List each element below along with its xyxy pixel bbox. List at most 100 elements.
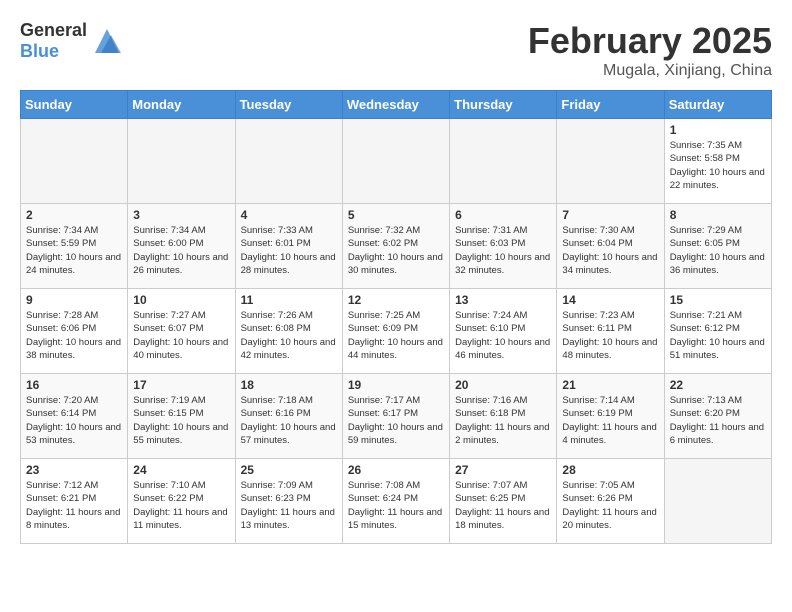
day-info: Sunrise: 7:10 AM Sunset: 6:22 PM Dayligh… xyxy=(133,479,229,532)
day-info: Sunrise: 7:19 AM Sunset: 6:15 PM Dayligh… xyxy=(133,394,229,447)
logo-icon xyxy=(91,25,123,57)
day-number: 22 xyxy=(670,378,766,392)
day-number: 21 xyxy=(562,378,658,392)
calendar-cell: 27 Sunrise: 7:07 AM Sunset: 6:25 PM Dayli… xyxy=(450,459,557,544)
day-number: 26 xyxy=(348,463,444,477)
calendar-cell: 21 Sunrise: 7:14 AM Sunset: 6:19 PM Dayli… xyxy=(557,374,664,459)
day-number: 4 xyxy=(241,208,337,222)
day-number: 28 xyxy=(562,463,658,477)
day-info: Sunrise: 7:18 AM Sunset: 6:16 PM Dayligh… xyxy=(241,394,337,447)
calendar-cell: 12 Sunrise: 7:25 AM Sunset: 6:09 PM Dayli… xyxy=(342,289,449,374)
day-info: Sunrise: 7:20 AM Sunset: 6:14 PM Dayligh… xyxy=(26,394,122,447)
calendar-cell: 22 Sunrise: 7:13 AM Sunset: 6:20 PM Dayli… xyxy=(664,374,771,459)
logo-general: General xyxy=(20,20,87,40)
day-number: 20 xyxy=(455,378,551,392)
day-number: 13 xyxy=(455,293,551,307)
calendar-cell: 3 Sunrise: 7:34 AM Sunset: 6:00 PM Daylig… xyxy=(128,204,235,289)
calendar-cell: 4 Sunrise: 7:33 AM Sunset: 6:01 PM Daylig… xyxy=(235,204,342,289)
calendar-cell: 2 Sunrise: 7:34 AM Sunset: 5:59 PM Daylig… xyxy=(21,204,128,289)
weekday-header-row: SundayMondayTuesdayWednesdayThursdayFrid… xyxy=(21,91,772,119)
calendar-cell: 18 Sunrise: 7:18 AM Sunset: 6:16 PM Dayli… xyxy=(235,374,342,459)
day-number: 1 xyxy=(670,123,766,137)
calendar-cell: 19 Sunrise: 7:17 AM Sunset: 6:17 PM Dayli… xyxy=(342,374,449,459)
weekday-header-tuesday: Tuesday xyxy=(235,91,342,119)
day-info: Sunrise: 7:08 AM Sunset: 6:24 PM Dayligh… xyxy=(348,479,444,532)
week-row-4: 16 Sunrise: 7:20 AM Sunset: 6:14 PM Dayli… xyxy=(21,374,772,459)
day-info: Sunrise: 7:31 AM Sunset: 6:03 PM Dayligh… xyxy=(455,224,551,277)
day-number: 9 xyxy=(26,293,122,307)
day-info: Sunrise: 7:30 AM Sunset: 6:04 PM Dayligh… xyxy=(562,224,658,277)
day-number: 2 xyxy=(26,208,122,222)
day-info: Sunrise: 7:21 AM Sunset: 6:12 PM Dayligh… xyxy=(670,309,766,362)
calendar-cell: 13Sunrise: 7:24 AM Sunset: 6:10 PM Dayli… xyxy=(450,289,557,374)
logo-text: General Blue xyxy=(20,20,87,62)
day-number: 16 xyxy=(26,378,122,392)
weekday-header-wednesday: Wednesday xyxy=(342,91,449,119)
week-row-5: 23 Sunrise: 7:12 AM Sunset: 6:21 PM Dayli… xyxy=(21,459,772,544)
day-info: Sunrise: 7:28 AM Sunset: 6:06 PM Dayligh… xyxy=(26,309,122,362)
day-number: 23 xyxy=(26,463,122,477)
weekday-header-monday: Monday xyxy=(128,91,235,119)
day-number: 25 xyxy=(241,463,337,477)
weekday-header-sunday: Sunday xyxy=(21,91,128,119)
calendar-cell: 20 Sunrise: 7:16 AM Sunset: 6:18 PM Dayli… xyxy=(450,374,557,459)
day-number: 12 xyxy=(348,293,444,307)
calendar-cell: 17 Sunrise: 7:19 AM Sunset: 6:15 PM Dayli… xyxy=(128,374,235,459)
day-number: 14 xyxy=(562,293,658,307)
calendar-cell: 24Sunrise: 7:10 AM Sunset: 6:22 PM Dayli… xyxy=(128,459,235,544)
day-info: Sunrise: 7:27 AM Sunset: 6:07 PM Dayligh… xyxy=(133,309,229,362)
calendar-cell: 15 Sunrise: 7:21 AM Sunset: 6:12 PM Dayli… xyxy=(664,289,771,374)
day-info: Sunrise: 7:34 AM Sunset: 5:59 PM Dayligh… xyxy=(26,224,122,277)
day-number: 27 xyxy=(455,463,551,477)
logo: General Blue xyxy=(20,20,123,62)
day-info: Sunrise: 7:13 AM Sunset: 6:20 PM Dayligh… xyxy=(670,394,766,447)
calendar-cell xyxy=(450,119,557,204)
calendar-cell: 10Sunrise: 7:27 AM Sunset: 6:07 PM Dayli… xyxy=(128,289,235,374)
day-number: 19 xyxy=(348,378,444,392)
day-info: Sunrise: 7:14 AM Sunset: 6:19 PM Dayligh… xyxy=(562,394,658,447)
day-number: 11 xyxy=(241,293,337,307)
calendar-cell: 23 Sunrise: 7:12 AM Sunset: 6:21 PM Dayli… xyxy=(21,459,128,544)
page-header: General Blue February 2025 Mugala, Xinji… xyxy=(20,20,772,80)
logo-blue: Blue xyxy=(20,41,59,61)
calendar-cell: 14 Sunrise: 7:23 AM Sunset: 6:11 PM Dayli… xyxy=(557,289,664,374)
calendar-cell xyxy=(557,119,664,204)
calendar-cell xyxy=(21,119,128,204)
title-block: February 2025 Mugala, Xinjiang, China xyxy=(528,20,772,80)
day-number: 6 xyxy=(455,208,551,222)
day-info: Sunrise: 7:26 AM Sunset: 6:08 PM Dayligh… xyxy=(241,309,337,362)
month-title: February 2025 xyxy=(528,20,772,62)
day-info: Sunrise: 7:17 AM Sunset: 6:17 PM Dayligh… xyxy=(348,394,444,447)
day-number: 15 xyxy=(670,293,766,307)
day-number: 5 xyxy=(348,208,444,222)
location-title: Mugala, Xinjiang, China xyxy=(528,62,772,80)
day-info: Sunrise: 7:25 AM Sunset: 6:09 PM Dayligh… xyxy=(348,309,444,362)
day-info: Sunrise: 7:33 AM Sunset: 6:01 PM Dayligh… xyxy=(241,224,337,277)
weekday-header-friday: Friday xyxy=(557,91,664,119)
day-info: Sunrise: 7:07 AM Sunset: 6:25 PM Dayligh… xyxy=(455,479,551,532)
calendar-cell: 11 Sunrise: 7:26 AM Sunset: 6:08 PM Dayli… xyxy=(235,289,342,374)
calendar-cell: 7Sunrise: 7:30 AM Sunset: 6:04 PM Daylig… xyxy=(557,204,664,289)
calendar-cell: 28 Sunrise: 7:05 AM Sunset: 6:26 PM Dayli… xyxy=(557,459,664,544)
day-number: 3 xyxy=(133,208,229,222)
week-row-1: 1Sunrise: 7:35 AM Sunset: 5:58 PM Daylig… xyxy=(21,119,772,204)
day-number: 8 xyxy=(670,208,766,222)
day-number: 17 xyxy=(133,378,229,392)
day-info: Sunrise: 7:34 AM Sunset: 6:00 PM Dayligh… xyxy=(133,224,229,277)
calendar-cell: 6 Sunrise: 7:31 AM Sunset: 6:03 PM Daylig… xyxy=(450,204,557,289)
day-info: Sunrise: 7:29 AM Sunset: 6:05 PM Dayligh… xyxy=(670,224,766,277)
day-number: 18 xyxy=(241,378,337,392)
calendar-cell: 1Sunrise: 7:35 AM Sunset: 5:58 PM Daylig… xyxy=(664,119,771,204)
calendar-cell: 9 Sunrise: 7:28 AM Sunset: 6:06 PM Daylig… xyxy=(21,289,128,374)
calendar-table: SundayMondayTuesdayWednesdayThursdayFrid… xyxy=(20,90,772,544)
calendar-cell xyxy=(128,119,235,204)
day-info: Sunrise: 7:05 AM Sunset: 6:26 PM Dayligh… xyxy=(562,479,658,532)
day-info: Sunrise: 7:23 AM Sunset: 6:11 PM Dayligh… xyxy=(562,309,658,362)
day-info: Sunrise: 7:16 AM Sunset: 6:18 PM Dayligh… xyxy=(455,394,551,447)
day-info: Sunrise: 7:32 AM Sunset: 6:02 PM Dayligh… xyxy=(348,224,444,277)
calendar-cell: 8 Sunrise: 7:29 AM Sunset: 6:05 PM Daylig… xyxy=(664,204,771,289)
calendar-cell: 16 Sunrise: 7:20 AM Sunset: 6:14 PM Dayli… xyxy=(21,374,128,459)
day-info: Sunrise: 7:09 AM Sunset: 6:23 PM Dayligh… xyxy=(241,479,337,532)
week-row-3: 9 Sunrise: 7:28 AM Sunset: 6:06 PM Daylig… xyxy=(21,289,772,374)
day-info: Sunrise: 7:12 AM Sunset: 6:21 PM Dayligh… xyxy=(26,479,122,532)
